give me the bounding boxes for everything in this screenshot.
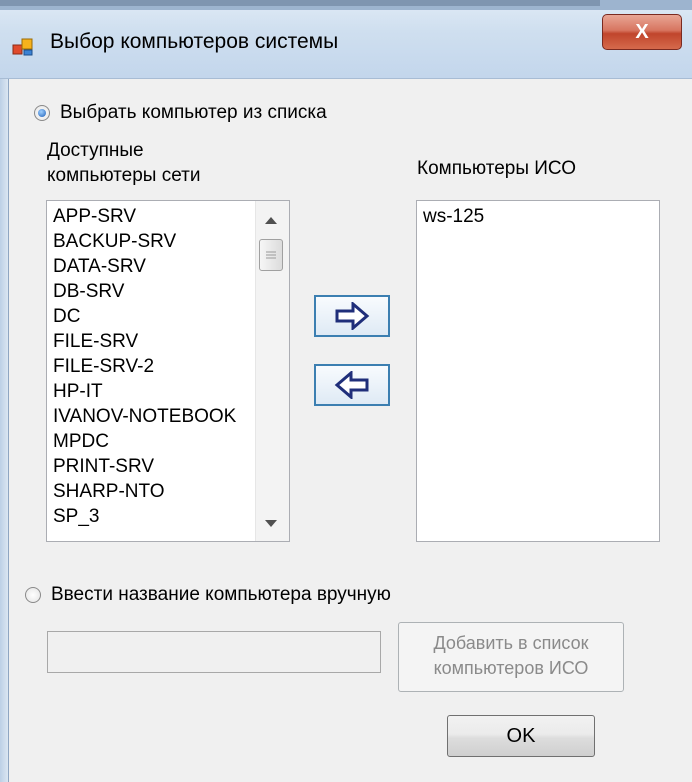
right-arrow-icon: [335, 302, 370, 330]
list-item[interactable]: FILE-SRV: [53, 329, 138, 354]
iso-computers-header: Компьютеры ИСО: [417, 158, 577, 179]
add-to-iso-list-label: Добавить в список компьютеров ИСО: [433, 633, 589, 678]
add-to-iso-button[interactable]: [314, 295, 390, 337]
radio-select-from-list[interactable]: [34, 105, 50, 121]
scroll-up-icon[interactable]: [265, 217, 277, 224]
left-arrow-icon: [334, 371, 369, 399]
radio-select-from-list-label[interactable]: Выбрать компьютер из списка: [60, 102, 327, 124]
list-item[interactable]: DC: [53, 304, 80, 329]
list-item[interactable]: APP-SRV: [53, 204, 136, 229]
available-computers-header: Доступные компьютеры сети: [47, 140, 201, 186]
available-computers-list[interactable]: APP-SRV BACKUP-SRV DATA-SRV DB-SRV DC FILE-SR…: [46, 200, 290, 542]
list-item[interactable]: SHARP-NTO: [53, 479, 165, 504]
radio-manual-entry-label[interactable]: Ввести название компьютера вручную: [51, 584, 391, 606]
window-left-edge: [0, 0, 9, 782]
add-to-iso-list-button[interactable]: Добавить в список компьютеров ИСО: [398, 622, 624, 692]
thumb-grip-icon: [266, 251, 276, 259]
radio-manual-entry[interactable]: [25, 587, 41, 603]
list-item[interactable]: DB-SRV: [53, 279, 124, 304]
close-icon: X: [635, 21, 649, 43]
list-item[interactable]: IVANOV-NOTEBOOK: [53, 404, 236, 429]
list-item[interactable]: ws-125: [423, 204, 484, 229]
list-item[interactable]: SP_3: [53, 504, 99, 529]
scroll-down-icon[interactable]: [265, 520, 277, 527]
list-item[interactable]: BACKUP-SRV: [53, 229, 176, 254]
list-item[interactable]: MPDC: [53, 429, 109, 454]
list-item[interactable]: DATA-SRV: [53, 254, 146, 279]
list-item[interactable]: PRINT-SRV: [53, 454, 154, 479]
ok-button[interactable]: OK: [447, 715, 595, 757]
computer-name-input[interactable]: [47, 631, 381, 673]
list-item[interactable]: FILE-SRV-2: [53, 354, 154, 379]
list-item[interactable]: HP-IT: [53, 379, 103, 404]
close-button[interactable]: X: [602, 14, 682, 50]
title-bar-shadow: [0, 0, 600, 6]
available-list-scrollbar[interactable]: [255, 201, 289, 541]
iso-computers-list[interactable]: ws-125: [416, 200, 660, 542]
title-bar[interactable]: Выбор компьютеров системы X: [0, 0, 692, 79]
remove-from-iso-button[interactable]: [314, 364, 390, 406]
app-icon: [12, 38, 33, 56]
scrollbar-thumb[interactable]: [259, 239, 283, 271]
dialog-window: Выбор компьютеров системы X Выбрать комп…: [0, 0, 692, 782]
window-title: Выбор компьютеров системы: [50, 30, 339, 53]
dialog-body: Выбрать компьютер из списка Доступные ко…: [9, 79, 692, 782]
